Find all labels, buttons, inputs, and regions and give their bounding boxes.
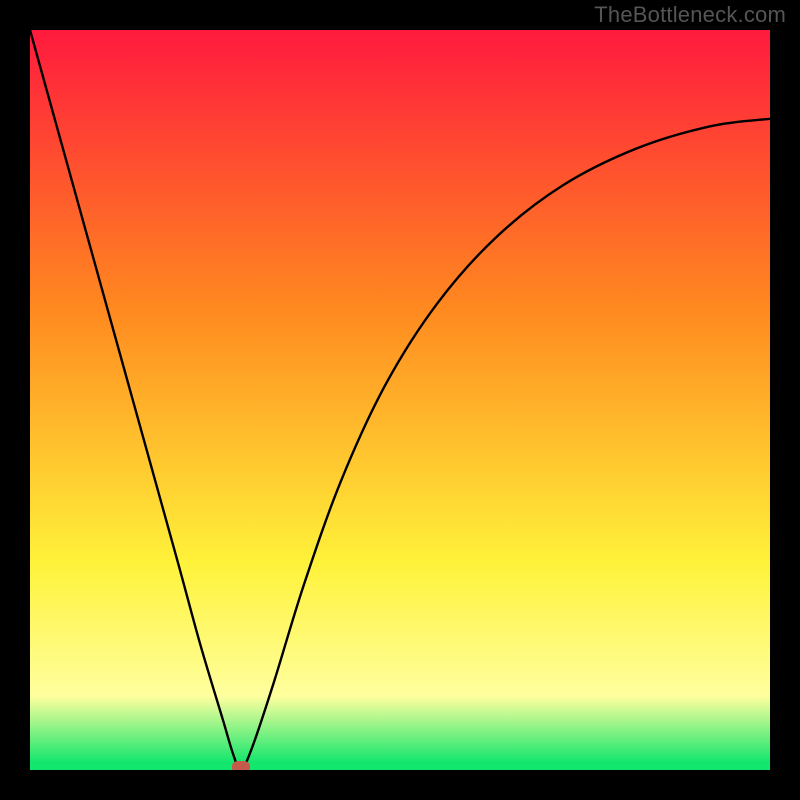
chart-frame: TheBottleneck.com xyxy=(0,0,800,800)
bottleneck-curve xyxy=(30,30,770,770)
curve-layer xyxy=(30,30,770,770)
min-marker xyxy=(232,761,250,770)
watermark-text: TheBottleneck.com xyxy=(594,2,786,28)
plot-area xyxy=(30,30,770,770)
